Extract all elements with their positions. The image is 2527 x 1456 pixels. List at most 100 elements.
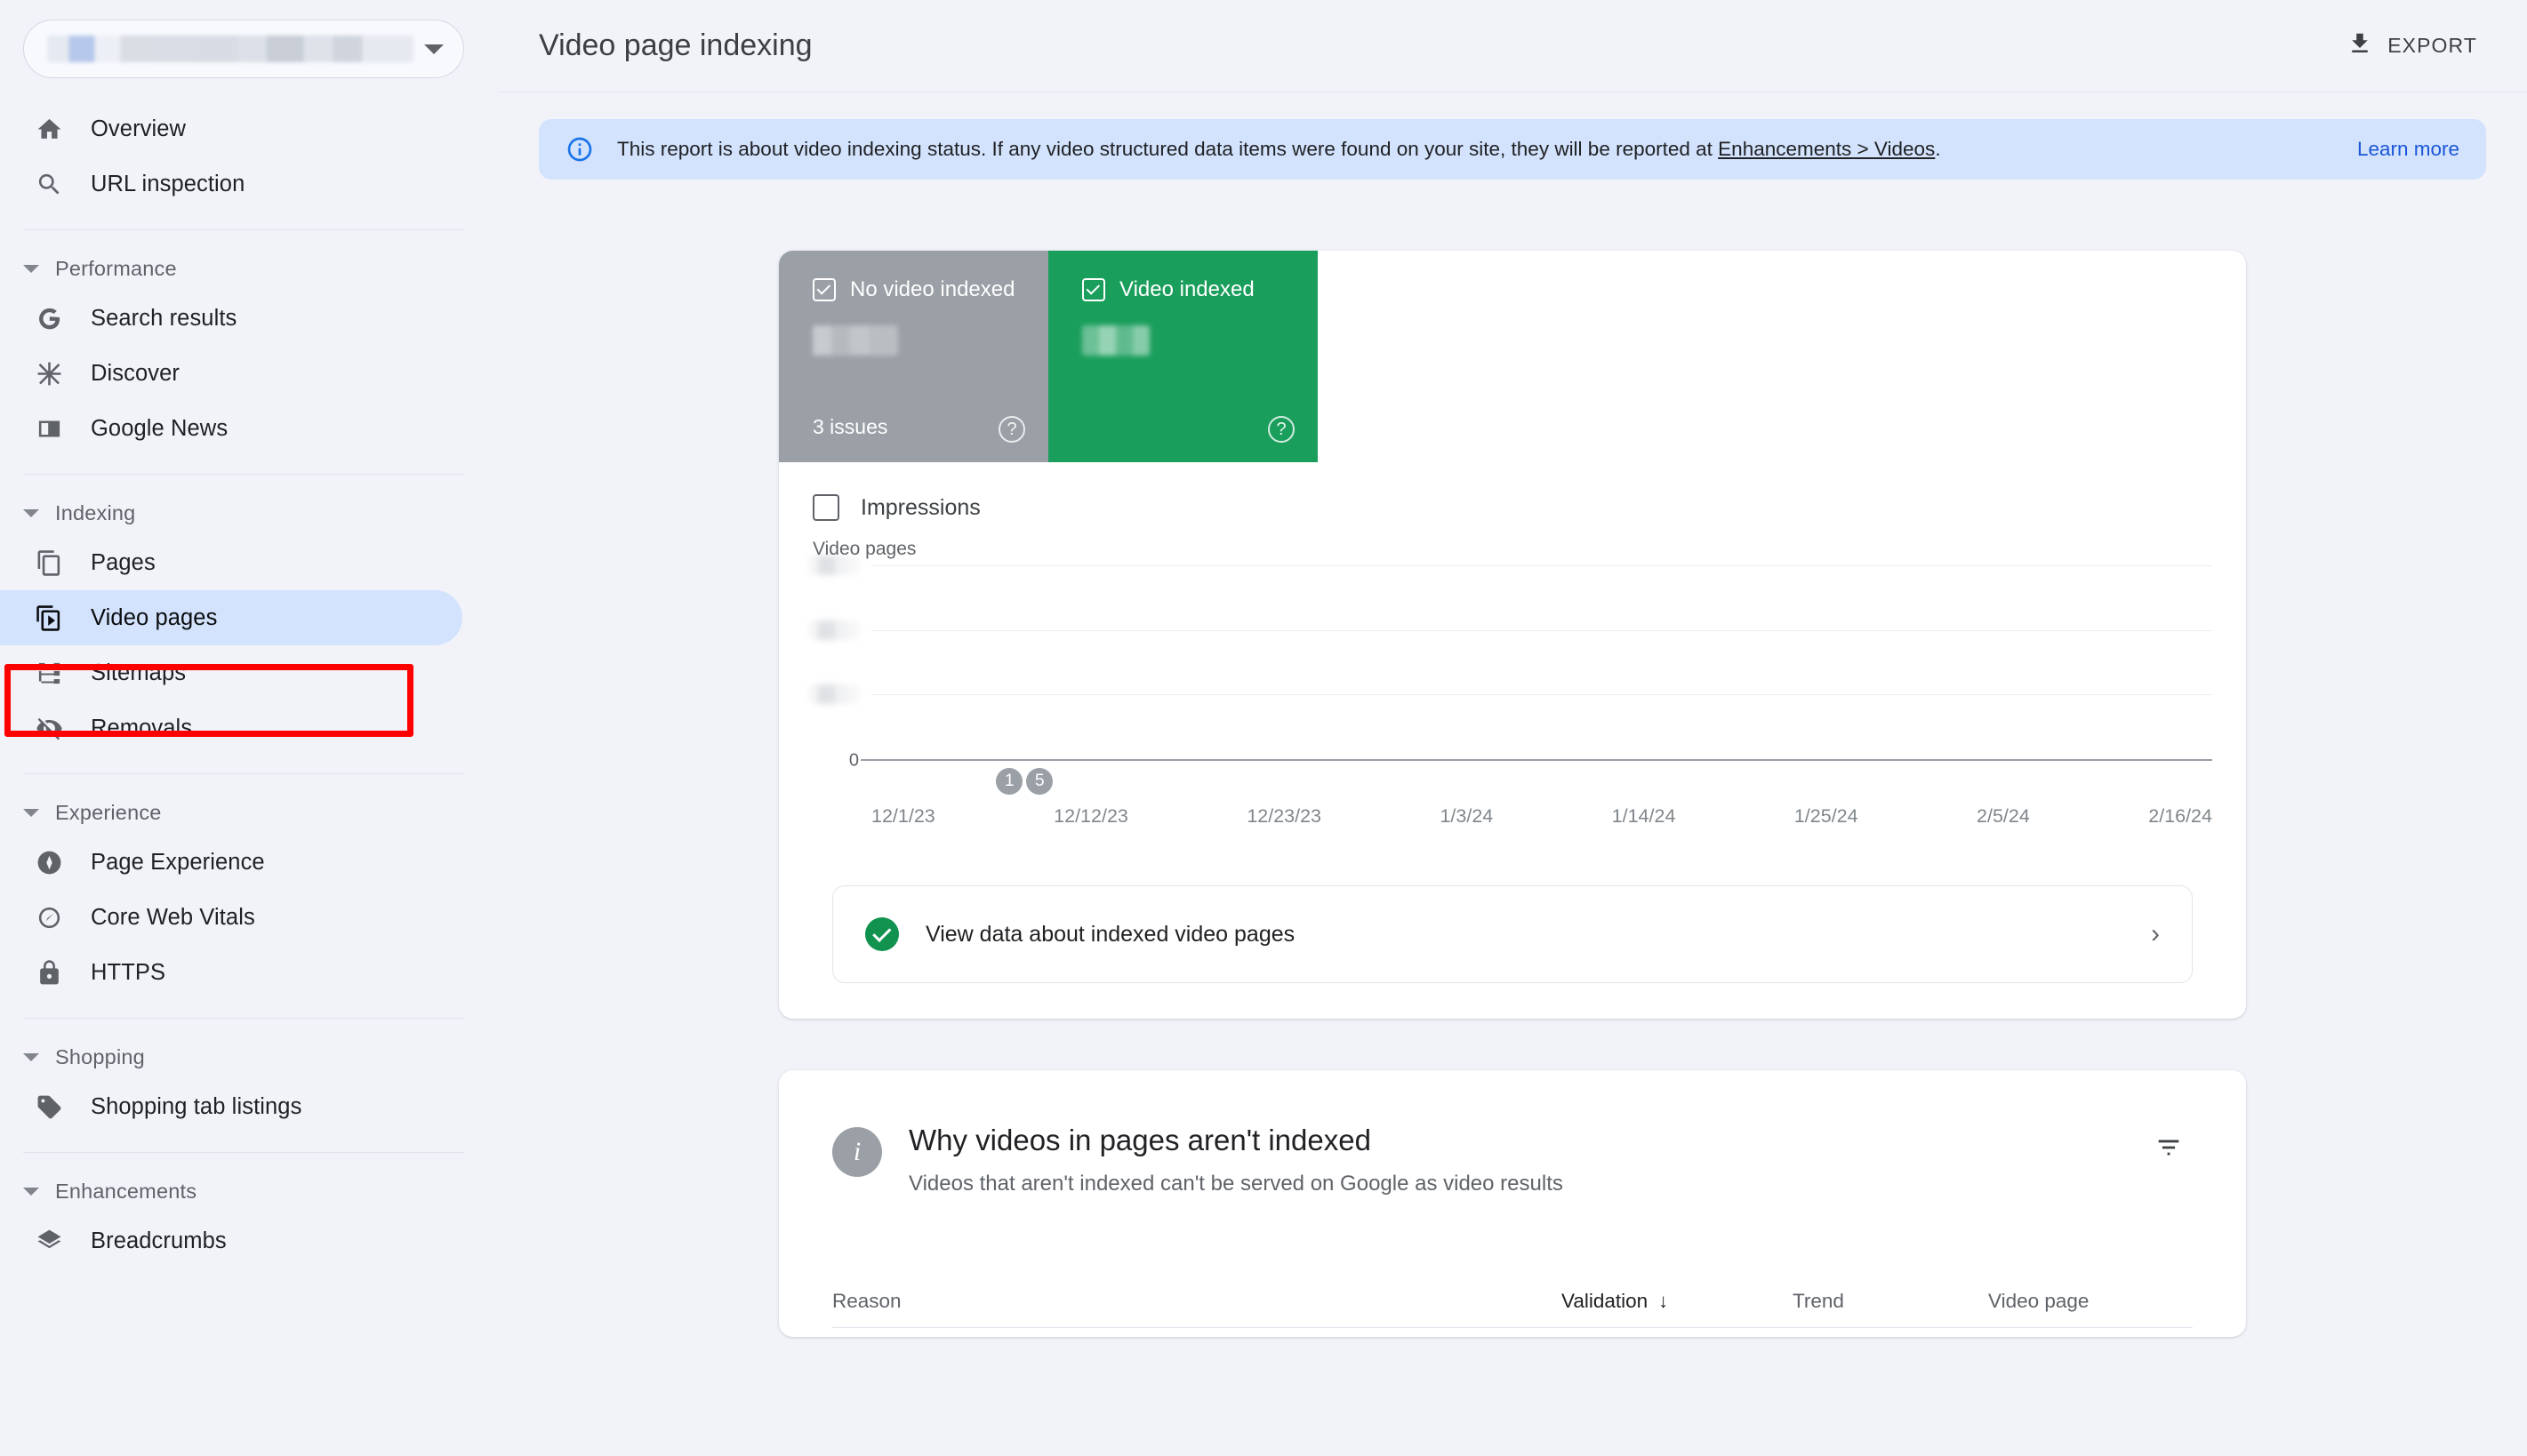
chart-bar[interactable] — [918, 759, 932, 761]
chart-bar[interactable] — [2168, 759, 2182, 761]
sidebar-item-shopping-tab-listings[interactable]: Shopping tab listings — [0, 1079, 462, 1134]
sidebar-item-sitemaps[interactable]: Sitemaps — [0, 645, 462, 700]
chart-bar[interactable] — [1878, 759, 1892, 761]
column-header-trend[interactable]: Trend — [1793, 1290, 1988, 1313]
chart-bar[interactable] — [1299, 759, 1313, 761]
sidebar-item-https[interactable]: HTTPS — [0, 945, 462, 1000]
chart-bar[interactable] — [1528, 759, 1542, 761]
sidebar-item-page-experience[interactable]: Page Experience — [0, 835, 462, 890]
chart-bar[interactable] — [2015, 759, 2029, 761]
chart-bar[interactable] — [933, 759, 947, 761]
chart-bar[interactable] — [2137, 759, 2151, 761]
chart-bar[interactable] — [1558, 759, 1572, 761]
learn-more-link[interactable]: Learn more — [2330, 138, 2459, 161]
chart-bar[interactable] — [902, 759, 917, 761]
chart-bar[interactable] — [1603, 759, 1617, 761]
chart-bar[interactable] — [1512, 759, 1527, 761]
filter-icon[interactable] — [2145, 1124, 2193, 1176]
chart-bar[interactable] — [1360, 759, 1374, 761]
help-icon[interactable]: ? — [1268, 416, 1295, 443]
sidebar-item-discover[interactable]: Discover — [0, 346, 462, 401]
chart-bar[interactable] — [1223, 759, 1237, 761]
sidebar-item-url-inspection[interactable]: URL inspection — [0, 156, 462, 212]
chart-bar[interactable] — [1786, 759, 1801, 761]
chart-bar[interactable] — [1954, 759, 1969, 761]
chart-bar[interactable] — [1238, 759, 1252, 761]
chart-bar[interactable] — [1039, 759, 1054, 761]
impressions-toggle-row[interactable]: Impressions — [779, 462, 2246, 521]
chart-bar[interactable] — [948, 759, 962, 761]
chart-bar[interactable] — [1283, 759, 1297, 761]
chart-bar[interactable] — [1985, 759, 1999, 761]
chart-bar[interactable] — [1665, 759, 1679, 761]
help-icon[interactable]: ? — [999, 416, 1025, 443]
chart-bar[interactable] — [1741, 759, 1755, 761]
sidebar-item-pages[interactable]: Pages — [0, 535, 462, 590]
sidebar-section-performance[interactable]: Performance — [0, 248, 498, 289]
chart-bar[interactable] — [1938, 759, 1953, 761]
chart-bar[interactable] — [1024, 759, 1039, 761]
chart-bar[interactable] — [1588, 759, 1602, 761]
chart-bar[interactable] — [1406, 759, 1420, 761]
chart-bar[interactable] — [2076, 759, 2090, 761]
chart-bar[interactable] — [1161, 759, 1175, 761]
chart-bar[interactable] — [1421, 759, 1435, 761]
status-tile-no-video-indexed[interactable]: No video indexed 3 issues ? — [779, 251, 1048, 462]
chart-bar[interactable] — [1344, 759, 1359, 761]
chart-bar[interactable] — [2106, 759, 2121, 761]
chart-bar[interactable] — [1649, 759, 1664, 761]
checkbox-checked-icon[interactable] — [813, 278, 836, 301]
chart-bar[interactable] — [1573, 759, 1587, 761]
chart-bar[interactable] — [1496, 759, 1511, 761]
sidebar-item-breadcrumbs[interactable]: Breadcrumbs — [0, 1213, 462, 1268]
view-indexed-video-pages-row[interactable]: View data about indexed video pages › — [832, 885, 2193, 983]
column-header-validation[interactable]: Validation ↓ — [1561, 1290, 1793, 1313]
chart-bar[interactable] — [1710, 759, 1724, 761]
chart-bar[interactable] — [1070, 759, 1084, 761]
chart-bar[interactable] — [1268, 759, 1282, 761]
chart-annotation-pin[interactable]: 1 — [996, 768, 1023, 795]
chart-bar[interactable] — [963, 759, 977, 761]
banner-link[interactable]: Enhancements > Videos — [1718, 138, 1935, 160]
chart-bar[interactable] — [1101, 759, 1115, 761]
chart-bar[interactable] — [887, 759, 902, 761]
chart-bar[interactable] — [1192, 759, 1207, 761]
chart-bar[interactable] — [1634, 759, 1649, 761]
chart-bar[interactable] — [2061, 759, 2075, 761]
sidebar-item-video-pages[interactable]: Video pages — [0, 590, 462, 645]
chart-bar[interactable] — [1375, 759, 1389, 761]
chart-bar[interactable] — [1329, 759, 1344, 761]
chart-bar[interactable] — [1817, 759, 1831, 761]
chart-bar[interactable] — [1680, 759, 1694, 761]
status-tile-video-indexed[interactable]: Video indexed ? — [1048, 251, 1318, 462]
chart-bar[interactable] — [1055, 759, 1069, 761]
sidebar-section-shopping[interactable]: Shopping — [0, 1036, 498, 1077]
sidebar-item-google-news[interactable]: Google News — [0, 401, 462, 456]
chart-bar[interactable] — [2183, 759, 2197, 761]
chart-bar[interactable] — [1543, 759, 1557, 761]
chart-bar[interactable] — [872, 759, 886, 761]
sidebar-item-core-web-vitals[interactable]: Core Web Vitals — [0, 890, 462, 945]
chart-bar[interactable] — [1253, 759, 1267, 761]
chart-bar[interactable] — [1086, 759, 1100, 761]
column-header-video-page[interactable]: Video page — [1988, 1290, 2193, 1313]
impressions-checkbox[interactable] — [813, 494, 839, 521]
chart-bar[interactable] — [1923, 759, 1937, 761]
chart-bar[interactable] — [1390, 759, 1404, 761]
chart-bar[interactable] — [1116, 759, 1130, 761]
sidebar-section-indexing[interactable]: Indexing — [0, 492, 498, 533]
chart-bar[interactable] — [2030, 759, 2044, 761]
chart-bar[interactable] — [1969, 759, 1984, 761]
chart-bar[interactable] — [1207, 759, 1222, 761]
chart-bar[interactable] — [1618, 759, 1633, 761]
chart-bar[interactable] — [1146, 759, 1160, 761]
chart-bar[interactable] — [1695, 759, 1709, 761]
chart-bar[interactable] — [979, 759, 993, 761]
chart-bar[interactable] — [2000, 759, 2014, 761]
chart-bar[interactable] — [1176, 759, 1191, 761]
sidebar-item-search-results[interactable]: Search results — [0, 291, 462, 346]
chart-bar[interactable] — [1848, 759, 1862, 761]
chart-bar[interactable] — [1893, 759, 1907, 761]
chart-bar[interactable] — [1863, 759, 1877, 761]
chart-bar[interactable] — [1756, 759, 1770, 761]
